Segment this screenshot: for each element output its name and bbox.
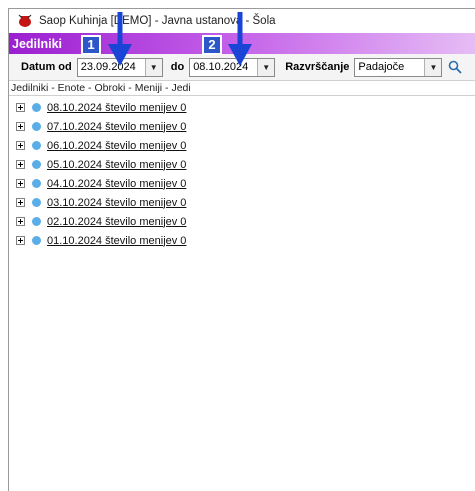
tree-item-label[interactable]: 06.10.2024 število menijev 0 (47, 140, 186, 152)
menu-tree: 08.10.2024 število menijev 0 07.10.2024 š… (9, 96, 475, 250)
tree-item-label[interactable]: 08.10.2024 število menijev 0 (47, 102, 186, 114)
status-dot-icon (32, 122, 41, 131)
expand-icon[interactable] (16, 217, 25, 226)
tree-item[interactable]: 03.10.2024 število menijev 0 (9, 193, 475, 212)
expand-icon[interactable] (16, 198, 25, 207)
callout-2: 2 (202, 35, 222, 55)
expand-icon[interactable] (16, 141, 25, 150)
tree-item-label[interactable]: 04.10.2024 število menijev 0 (47, 178, 186, 190)
tree-item[interactable]: 01.10.2024 število menijev 0 (9, 231, 475, 250)
tree-item[interactable]: 02.10.2024 število menijev 0 (9, 212, 475, 231)
status-dot-icon (32, 103, 41, 112)
chevron-down-icon[interactable]: ▼ (257, 58, 275, 76)
tree-item[interactable]: 04.10.2024 število menijev 0 (9, 174, 475, 193)
search-icon[interactable] (448, 60, 463, 74)
pointer-arrow-1 (108, 12, 132, 66)
chevron-down-icon[interactable]: ▼ (424, 58, 442, 76)
sort-select[interactable]: Padajoče ▼ (354, 57, 443, 77)
tree-item-label[interactable]: 03.10.2024 število menijev 0 (47, 197, 186, 209)
tree-item[interactable]: 07.10.2024 število menijev 0 (9, 117, 475, 136)
tree-item-label[interactable]: 07.10.2024 število menijev 0 (47, 121, 186, 133)
expand-icon[interactable] (16, 103, 25, 112)
breadcrumb: Jedilniki - Enote - Obroki - Meniji - Je… (9, 81, 475, 96)
chevron-down-icon[interactable]: ▼ (144, 58, 162, 76)
tree-item-label[interactable]: 01.10.2024 število menijev 0 (47, 235, 186, 247)
status-dot-icon (32, 198, 41, 207)
status-dot-icon (32, 179, 41, 188)
status-dot-icon (32, 217, 41, 226)
status-dot-icon (32, 236, 41, 245)
date-to-label: do (170, 61, 185, 73)
section-title: Jedilniki (12, 36, 63, 51)
expand-icon[interactable] (16, 236, 25, 245)
sort-label: Razvrščanje (285, 61, 350, 73)
status-dot-icon (32, 141, 41, 150)
expand-icon[interactable] (16, 160, 25, 169)
expand-icon[interactable] (16, 122, 25, 131)
tree-item-label[interactable]: 02.10.2024 število menijev 0 (47, 216, 186, 228)
tree-item[interactable]: 05.10.2024 število menijev 0 (9, 155, 475, 174)
sort-value[interactable]: Padajoče (355, 59, 424, 76)
pointer-arrow-2 (228, 12, 252, 66)
status-dot-icon (32, 160, 41, 169)
expand-icon[interactable] (16, 179, 25, 188)
tree-item[interactable]: 06.10.2024 število menijev 0 (9, 136, 475, 155)
callout-1: 1 (81, 35, 101, 55)
app-window: Saop Kuhinja [DEMO] - Javna ustanova - Š… (8, 8, 475, 491)
tree-item[interactable]: 08.10.2024 število menijev 0 (9, 98, 475, 117)
app-logo-icon (18, 14, 32, 27)
tree-item-label[interactable]: 05.10.2024 število menijev 0 (47, 159, 186, 171)
date-from-label: Datum od (21, 61, 72, 73)
